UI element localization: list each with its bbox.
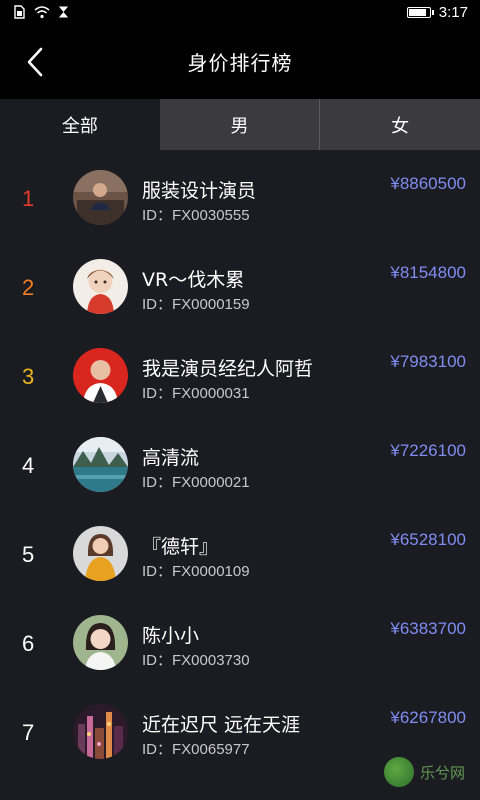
list-item[interactable]: 1 服装设计演员 ID：FX0030555 ¥8860500 [0, 150, 480, 239]
page-title: 身价排行榜 [187, 51, 293, 75]
user-name: 我是演员经纪人阿哲 [142, 358, 314, 380]
rank-number: 3 [22, 364, 35, 389]
rank-number: 1 [22, 186, 35, 211]
app-header: 身价排行榜 [0, 24, 480, 99]
watermark-text: 乐兮网 [420, 763, 466, 782]
filter-tabs: 全部 男 女 [0, 99, 480, 150]
avatar [73, 170, 128, 225]
user-name: 服装设计演员 [142, 180, 257, 202]
avatar [73, 615, 128, 670]
user-value: ¥6528100 [390, 530, 466, 549]
user-value: ¥7983100 [390, 352, 466, 371]
list-item[interactable]: 3 我是演员经纪人阿哲 ID：FX0000031 ¥7983100 [0, 328, 480, 417]
user-value: ¥8154800 [390, 263, 466, 282]
user-id: ID：FX0000031 [142, 385, 250, 402]
user-value: ¥6383700 [390, 619, 466, 638]
user-name: VR～伐木累 [142, 269, 245, 291]
back-button[interactable] [20, 42, 50, 82]
avatar [73, 704, 128, 759]
list-item[interactable]: 4 高清流 ID：FX0000021 ¥7226100 [0, 417, 480, 506]
rank-number: 2 [22, 275, 35, 300]
leaf-logo-icon [384, 757, 414, 787]
user-id: ID：FX0030555 [142, 207, 250, 224]
list-item[interactable]: 5 『德轩』 ID：FX0000109 ¥6528100 [0, 506, 480, 595]
status-icons-right: 3:17 [406, 3, 468, 21]
avatar [73, 437, 128, 492]
status-icons-left [12, 5, 69, 19]
rank-number: 5 [22, 542, 35, 567]
user-id: ID：FX0000021 [142, 474, 250, 491]
tab-all[interactable]: 全部 [0, 99, 160, 150]
user-id: ID：FX0003730 [142, 652, 250, 669]
wifi-icon [34, 6, 50, 19]
sim-card-icon [14, 5, 25, 19]
ranking-list: 1 服装设计演员 ID：FX0030555 ¥8860500 2 VR～伐木累 … [0, 150, 480, 800]
user-value: ¥6267800 [390, 708, 466, 727]
battery-icon [406, 6, 434, 18]
avatar [73, 526, 128, 581]
avatar [73, 259, 128, 314]
hourglass-icon [58, 6, 69, 18]
user-name: 高清流 [142, 447, 200, 469]
rank-number: 6 [22, 631, 35, 656]
user-id: ID：FX0000159 [142, 296, 250, 313]
tab-female[interactable]: 女 [319, 99, 480, 150]
user-name: 『德轩』 [142, 536, 219, 558]
list-item[interactable]: 2 VR～伐木累 ID：FX0000159 ¥8154800 [0, 239, 480, 328]
status-time: 3:17 [438, 3, 468, 21]
rank-number: 4 [22, 453, 35, 478]
user-id: ID：FX0000109 [142, 563, 250, 580]
user-name: 陈小小 [142, 625, 200, 647]
chevron-left-icon [27, 47, 43, 76]
list-item[interactable]: 6 陈小小 ID：FX0003730 ¥6383700 [0, 595, 480, 684]
status-bar: 3:17 [0, 0, 480, 24]
watermark: 乐兮网 [384, 754, 470, 790]
avatar [73, 348, 128, 403]
user-name: 近在迟尺 远在天涯 [142, 714, 301, 736]
user-value: ¥7226100 [390, 441, 466, 460]
user-value: ¥8860500 [390, 174, 466, 193]
user-id: ID：FX0065977 [142, 741, 250, 758]
rank-number: 7 [22, 720, 35, 745]
tab-male[interactable]: 男 [159, 99, 320, 150]
